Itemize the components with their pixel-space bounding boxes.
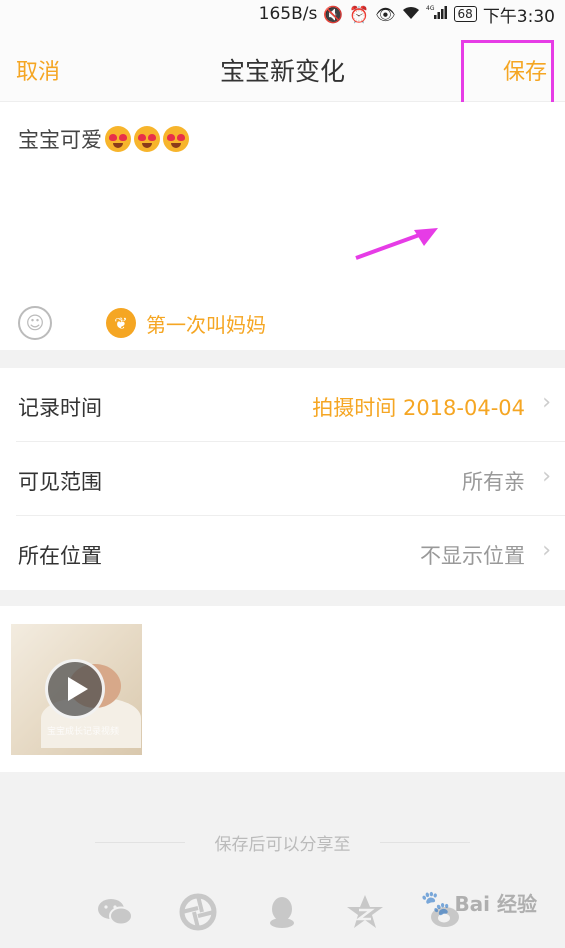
clock: 下午3:30 [482,6,555,27]
chevron-right-icon: › [542,464,551,489]
post-editor[interactable]: 宝宝可爱 ☺ ❦ 第一次叫妈妈 [0,102,565,350]
battery-indicator: 68 [453,6,477,22]
smiley-icon[interactable]: ☺ [18,306,52,340]
chevron-right-icon: › [542,390,551,415]
row-value: 拍摄时间 2018-04-04 [312,396,525,420]
moments-icon[interactable] [179,893,217,931]
mute-icon: 🔇 [323,4,344,24]
record-time-row[interactable]: 记录时间 拍摄时间 2018-04-04 › [0,368,565,442]
wechat-icon[interactable] [96,893,134,931]
row-value: 所有亲 [462,470,525,494]
heart-eyes-emoji-icon [163,126,189,152]
row-label: 记录时间 [18,396,102,420]
network-speed: 165B/s [258,4,318,24]
qzone-icon[interactable] [346,893,384,931]
4g-signal-icon: 4G [426,4,448,24]
thumbnail-caption: 宝宝成长记录视频 [47,727,120,737]
status-bar: 165B/s 🔇 ⏰ 👁 4G 68 下午3:30 [0,0,565,28]
settings-list: 记录时间 拍摄时间 2018-04-04 › 可见范围 所有亲 › 所在位置 不… [0,368,565,590]
row-label: 所在位置 [18,544,102,568]
svg-text:4G: 4G [426,5,435,12]
milestone-tag[interactable]: ❦ 第一次叫妈妈 [106,308,266,338]
play-icon[interactable] [45,659,105,719]
eye-icon: 👁 [375,4,396,24]
visibility-row[interactable]: 可见范围 所有亲 › [0,442,565,516]
watermark: 🐾 Bai 经验 [421,888,537,917]
annotation-arrow [355,228,438,260]
post-text-area[interactable]: 宝宝可爱 [18,124,189,154]
sprout-icon: ❦ [106,308,136,338]
alarm-icon: ⏰ [349,4,370,24]
media-section: 宝宝成长记录视频 [0,606,565,772]
heart-eyes-emoji-icon [105,126,131,152]
qq-icon[interactable] [263,893,301,931]
paw-icon: 🐾 [420,888,451,917]
location-row[interactable]: 所在位置 不显示位置 › [0,516,565,590]
video-thumbnail[interactable]: 宝宝成长记录视频 [11,624,142,755]
share-hint: 保存后可以分享至 [214,835,351,855]
watermark-text: Bai 经验 [454,892,537,916]
heart-eyes-emoji-icon [134,126,160,152]
chevron-right-icon: › [542,538,551,563]
row-value: 不显示位置 [420,544,525,568]
milestone-label: 第一次叫妈妈 [146,312,266,337]
wifi-icon [402,5,420,24]
save-highlight-box [461,40,554,108]
row-label: 可见范围 [18,470,102,494]
post-text: 宝宝可爱 [18,128,102,152]
